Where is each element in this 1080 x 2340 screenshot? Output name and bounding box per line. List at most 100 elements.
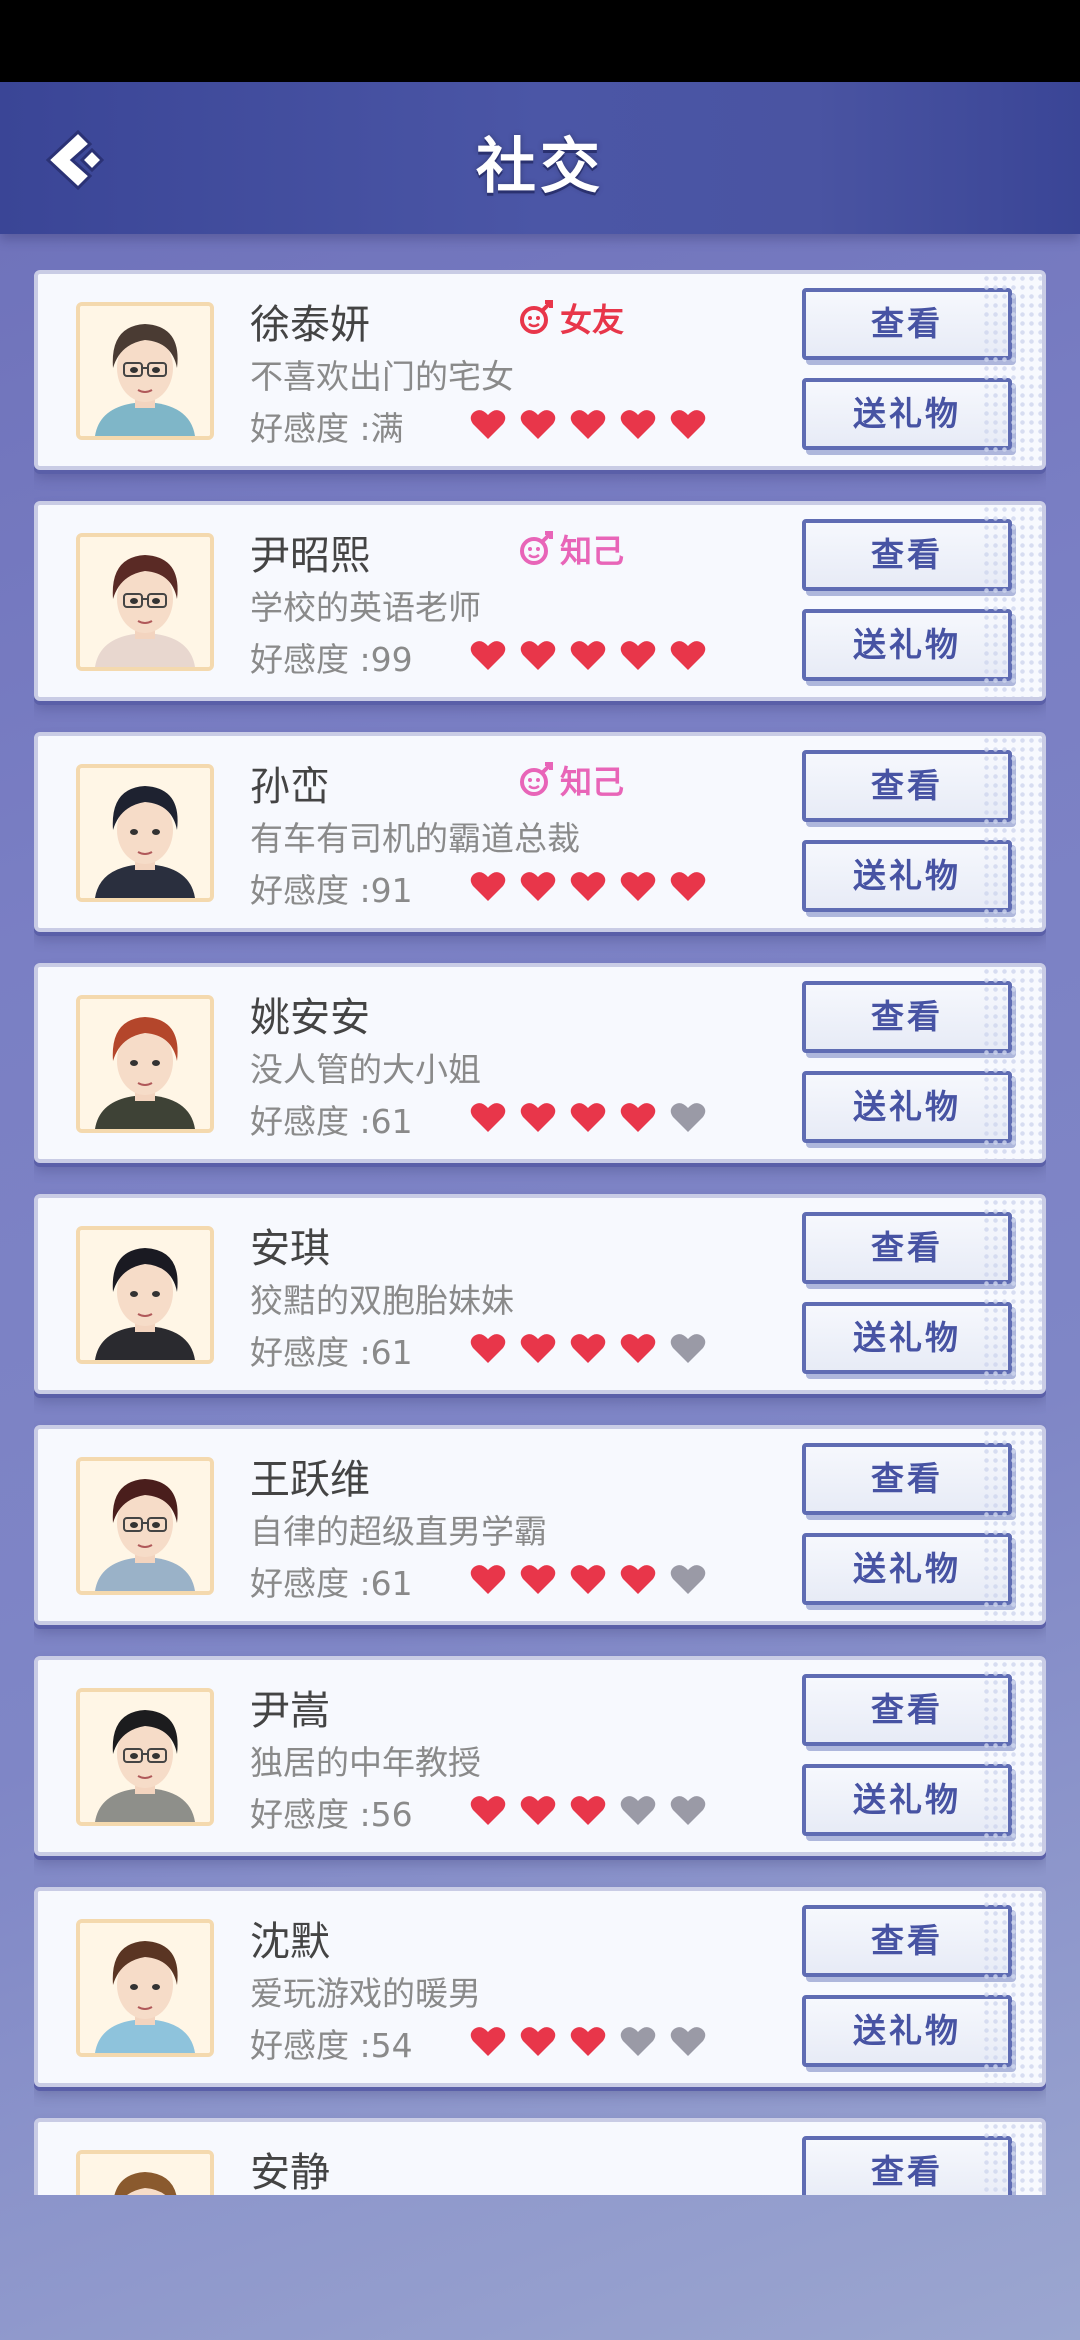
- favor-value: 54: [370, 2026, 413, 2065]
- character-name: 姚安安: [250, 995, 370, 1041]
- status-bar: [0, 0, 1080, 82]
- view-button[interactable]: 查看: [802, 1674, 1012, 1746]
- portrait-icon: [80, 768, 210, 898]
- favor-hearts: [470, 639, 706, 671]
- send-gift-button[interactable]: 送礼物: [802, 1071, 1012, 1143]
- favor-text: 好感度 :56: [250, 1788, 413, 1836]
- character-description: 有车有司机的霸道总裁: [250, 819, 580, 858]
- heart-icon: [470, 2027, 506, 2056]
- character-name: 沈默: [250, 1919, 330, 1965]
- heart-icon: [670, 641, 706, 670]
- character-list[interactable]: 徐泰妍 女友 不喜欢出门的宅女 好感度 :满 查看 送礼物 尹昭熙 知己 学校的英语老师好…: [34, 270, 1046, 2195]
- heart-icon: [570, 2027, 606, 2056]
- character-description: 爱玩游戏的暖男: [250, 1974, 481, 2013]
- character-card[interactable]: 沈默爱玩游戏的暖男好感度 :54 查看送礼物: [34, 1887, 1046, 2087]
- relation-label: 知己: [560, 532, 625, 570]
- heart-icon: [520, 872, 556, 901]
- avatar: [76, 1688, 214, 1826]
- avatar: [76, 302, 214, 440]
- favor-label: 好感度 :: [250, 1102, 371, 1141]
- character-description: 学校的英语老师: [250, 588, 481, 627]
- send-gift-button[interactable]: 送礼物: [802, 609, 1012, 681]
- character-card[interactable]: 尹昭熙 知己学校的英语老师好感度 :99 查看送礼物: [34, 501, 1046, 701]
- favor-text: 好感度 :54: [250, 2019, 413, 2067]
- view-button[interactable]: 查看: [802, 2136, 1012, 2195]
- send-gift-button[interactable]: 送礼物: [802, 1302, 1012, 1374]
- send-gift-button[interactable]: 送礼物: [802, 840, 1012, 912]
- favor-label: 好感度 :: [250, 1795, 371, 1834]
- smile-relation-icon: [520, 300, 553, 334]
- avatar: [76, 533, 214, 671]
- avatar: [76, 2150, 214, 2195]
- view-button[interactable]: 查看: [802, 1905, 1012, 1977]
- heart-icon: [520, 1334, 556, 1363]
- favor-value: 61: [370, 1333, 413, 1372]
- character-card[interactable]: 王跃维 自律的超级直男学霸 好感度 :61 查看 送礼物: [34, 1425, 1046, 1625]
- favor-label: 好感度 :: [250, 409, 371, 448]
- character-name: 尹嵩: [250, 1688, 330, 1734]
- heart-icon: [570, 1103, 606, 1132]
- heart-icon: [570, 872, 606, 901]
- view-button[interactable]: 查看: [802, 288, 1012, 360]
- avatar: [76, 1919, 214, 2057]
- favor-hearts: [470, 408, 706, 440]
- favor-hearts: [470, 2025, 706, 2057]
- avatar: [76, 1457, 214, 1595]
- character-name: 尹昭熙: [250, 533, 370, 579]
- heart-icon: [670, 1565, 706, 1594]
- character-description: 独居的中年教授: [250, 1743, 481, 1782]
- character-name: 安静: [250, 2150, 330, 2195]
- page-title: 社交: [476, 132, 604, 202]
- heart-icon: [470, 1334, 506, 1363]
- view-button[interactable]: 查看: [802, 981, 1012, 1053]
- relation-badge: 知己: [518, 529, 625, 570]
- send-gift-button[interactable]: 送礼物: [802, 378, 1012, 450]
- portrait-icon: [80, 537, 210, 667]
- send-gift-button[interactable]: 送礼物: [802, 1533, 1012, 1605]
- heart-icon: [570, 1565, 606, 1594]
- view-button[interactable]: 查看: [802, 1212, 1012, 1284]
- favor-text: 好感度 :61: [250, 1095, 413, 1143]
- heart-icon: [520, 1565, 556, 1594]
- portrait-icon: [80, 999, 210, 1129]
- view-button[interactable]: 查看: [802, 519, 1012, 591]
- heart-icon: [670, 1334, 706, 1363]
- character-card[interactable]: 安静 查看: [34, 2118, 1046, 2195]
- favor-label: 好感度 :: [250, 1333, 371, 1372]
- favor-label: 好感度 :: [250, 871, 371, 910]
- character-card[interactable]: 姚安安 没人管的大小姐 好感度 :61 查看 送礼物: [34, 963, 1046, 1163]
- character-description: 不喜欢出门的宅女: [250, 357, 514, 396]
- favor-text: 好感度 :99: [250, 633, 413, 681]
- portrait-icon: [80, 306, 210, 436]
- heart-icon: [520, 641, 556, 670]
- heart-icon: [620, 1565, 656, 1594]
- heart-icon: [470, 1103, 506, 1132]
- heart-icon: [670, 872, 706, 901]
- heart-icon: [620, 1796, 656, 1825]
- character-card[interactable]: 尹嵩 独居的中年教授 好感度 :56 查看 送礼物: [34, 1656, 1046, 1856]
- favor-label: 好感度 :: [250, 640, 371, 679]
- character-card[interactable]: 徐泰妍 女友 不喜欢出门的宅女 好感度 :满 查看 送礼物: [34, 270, 1046, 470]
- heart-icon: [620, 1334, 656, 1363]
- favor-hearts: [470, 1563, 706, 1595]
- send-gift-button[interactable]: 送礼物: [802, 1995, 1012, 2067]
- send-gift-button[interactable]: 送礼物: [802, 1764, 1012, 1836]
- heart-icon: [620, 872, 656, 901]
- view-button[interactable]: 查看: [802, 1443, 1012, 1515]
- character-name: 孙峦: [250, 764, 330, 810]
- character-name: 徐泰妍: [250, 302, 370, 348]
- character-card[interactable]: 安琪 狡黠的双胞胎妹妹 好感度 :61 查看 送礼物: [34, 1194, 1046, 1394]
- heart-icon: [570, 410, 606, 439]
- smile-relation-icon: [520, 531, 553, 565]
- portrait-icon: [80, 1230, 210, 1360]
- favor-value: 61: [370, 1564, 413, 1603]
- relation-label: 女友: [560, 301, 625, 339]
- character-card[interactable]: 孙峦 知己 有车有司机的霸道总裁 好感度 :91 查看 送礼物: [34, 732, 1046, 932]
- character-name: 安琪: [250, 1226, 330, 1272]
- avatar: [76, 764, 214, 902]
- favor-value: 56: [370, 1795, 413, 1834]
- view-button[interactable]: 查看: [802, 750, 1012, 822]
- favor-value: 91: [370, 871, 413, 910]
- portrait-icon: [80, 1461, 210, 1591]
- smile-relation-icon: [520, 762, 553, 796]
